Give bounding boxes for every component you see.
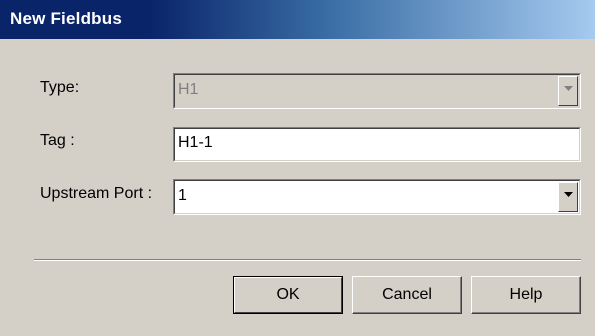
dialog-title: New Fieldbus: [10, 9, 122, 28]
tag-input[interactable]: H1-1: [173, 127, 581, 162]
type-select: H1: [173, 73, 581, 109]
new-fieldbus-dialog: New Fieldbus Type: H1 Tag : H1-1 Upstrea…: [0, 0, 595, 336]
upstream-port-dropdown-button[interactable]: [558, 182, 578, 212]
chevron-down-icon: [564, 192, 573, 197]
chevron-down-icon: [564, 86, 573, 91]
upstream-port-label: Upstream Port :: [40, 185, 153, 202]
upstream-port-select[interactable]: 1: [173, 179, 581, 215]
type-dropdown-button: [558, 76, 578, 106]
tag-label: Tag :: [40, 132, 75, 149]
ok-button[interactable]: OK: [233, 276, 343, 314]
upstream-port-value: 1: [178, 187, 187, 204]
ok-button-label: OK: [276, 286, 300, 303]
type-value: H1: [178, 81, 199, 98]
separator: [34, 259, 581, 261]
help-button-label: Help: [509, 286, 543, 303]
type-label: Type:: [40, 79, 80, 96]
title-bar[interactable]: New Fieldbus: [0, 0, 595, 39]
cancel-button[interactable]: Cancel: [352, 276, 462, 314]
help-button[interactable]: Help: [471, 276, 581, 314]
cancel-button-label: Cancel: [382, 286, 432, 303]
tag-value: H1-1: [178, 134, 213, 151]
